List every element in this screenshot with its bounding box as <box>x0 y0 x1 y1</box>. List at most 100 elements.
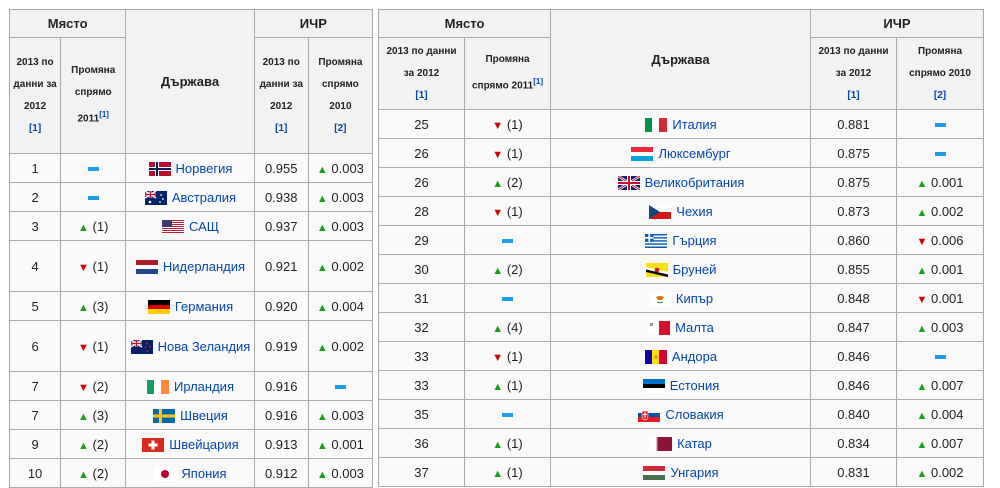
decrease-arrow-icon: ▼ <box>78 341 89 354</box>
ref-link[interactable]: [1] <box>275 123 287 134</box>
change-value: (1) <box>506 435 523 451</box>
hdi-value-cell: 0.846 <box>810 370 897 400</box>
place-header: Място <box>8 9 127 38</box>
qatar-flag-icon <box>649 436 673 452</box>
hungary-flag-icon <box>642 465 666 481</box>
change-value: 0.002 <box>331 338 364 354</box>
hdi-value-cell: 0.846 <box>810 341 897 371</box>
rank-cell: 5 <box>8 291 62 321</box>
change-value: 0.007 <box>930 377 964 393</box>
country-link[interactable]: Андора <box>672 349 717 364</box>
hdi-value-cell: 0.881 <box>810 109 897 139</box>
country-link[interactable]: Малта <box>675 320 714 335</box>
country-link[interactable]: Словакия <box>665 407 723 422</box>
country-cell: Нова Зеландия <box>125 320 255 372</box>
country-link[interactable]: Норвегия <box>176 161 233 176</box>
table-row: 4 ▼ (1) Нидерландия 0.921 ▲ 0.002 <box>8 240 374 292</box>
country-cell: Великобритания <box>550 167 811 197</box>
country-link[interactable]: Чехия <box>676 204 712 219</box>
hdi-value-cell: 0.840 <box>810 399 897 429</box>
rank-change-cell: ▼ (1) <box>464 109 551 139</box>
hdi-value-cell: 0.938 <box>253 182 309 212</box>
rank-change-cell: ▼ (2) <box>60 371 127 401</box>
brunei-flag-icon <box>645 262 669 278</box>
ref-link[interactable]: [2] <box>934 90 946 101</box>
country-link[interactable]: Нова Зеландия <box>158 339 251 354</box>
rank-cell: 37 <box>378 457 465 487</box>
ref-link[interactable]: [1] <box>847 90 859 101</box>
table-row: 32 ▲ (4) Малта 0.847 ▲ 0.003 <box>378 312 984 342</box>
increase-arrow-icon: ▲ <box>492 438 504 451</box>
hdi-value-cell: 0.916 <box>253 371 309 401</box>
change-value: 0.006 <box>930 232 964 248</box>
country-link[interactable]: Нидерландия <box>163 259 245 274</box>
country-link[interactable]: Унгария <box>670 465 718 480</box>
change-value: (3) <box>92 407 109 423</box>
country-cell: Япония <box>125 458 255 488</box>
change-value: (2) <box>92 465 109 481</box>
country-cell: Малта <box>550 312 811 342</box>
increase-arrow-icon: ▲ <box>78 410 89 423</box>
decrease-arrow-icon: ▼ <box>492 119 504 132</box>
rank-cell: 33 <box>378 341 465 371</box>
rank-cell: 26 <box>378 138 465 168</box>
change-value: 0.003 <box>930 319 964 335</box>
increase-arrow-icon: ▲ <box>316 341 328 354</box>
hdi-change-cell: ▲ 0.003 <box>307 153 374 183</box>
ref-link[interactable]: [2] <box>334 123 346 134</box>
country-link[interactable]: Германия <box>175 299 233 314</box>
change-value: 0.003 <box>331 189 364 205</box>
no-change-icon <box>87 196 99 201</box>
table-row: 3 ▲ (1) САЩ 0.937 ▲ 0.003 <box>8 211 374 241</box>
hdi-value-cell: 0.855 <box>810 254 897 284</box>
rank-change-cell: ▲ (3) <box>60 291 127 321</box>
country-header: Държава <box>125 9 255 154</box>
rank-cell: 35 <box>378 399 465 429</box>
table-row: 26 ▲ (2) Великобритания 0.875 ▲ 0.001 <box>378 167 984 197</box>
country-link[interactable]: Великобритания <box>645 175 745 190</box>
country-link[interactable]: Гърция <box>672 233 716 248</box>
increase-arrow-icon: ▲ <box>492 177 504 190</box>
rank-cell: 26 <box>378 167 465 197</box>
country-cell: Бруней <box>550 254 811 284</box>
decrease-arrow-icon: ▼ <box>78 381 89 394</box>
ref-link[interactable]: [1] <box>29 123 41 134</box>
rank-change-cell: ▲ (2) <box>60 458 127 488</box>
country-link[interactable]: Австралия <box>172 190 236 205</box>
change-value: 0.002 <box>930 203 964 219</box>
no-change-icon <box>502 413 513 418</box>
increase-arrow-icon: ▲ <box>492 264 504 277</box>
luxembourg-flag-icon <box>630 146 654 162</box>
country-link[interactable]: Бруней <box>673 262 717 277</box>
increase-arrow-icon: ▲ <box>916 206 928 219</box>
country-link[interactable]: Естония <box>670 378 720 393</box>
country-link[interactable]: Кипър <box>676 291 713 306</box>
country-link[interactable]: Швеция <box>180 408 228 423</box>
hdi-value-cell: 0.955 <box>253 153 309 183</box>
hdi-change-cell: ▲ 0.001 <box>896 167 984 197</box>
country-link[interactable]: Катар <box>677 436 712 451</box>
increase-arrow-icon: ▲ <box>78 221 89 234</box>
country-link[interactable]: Япония <box>181 466 226 481</box>
decrease-arrow-icon: ▼ <box>78 261 89 274</box>
sweden-flag-icon <box>152 408 176 424</box>
country-cell: Италия <box>550 109 811 139</box>
ref-link[interactable]: [1] <box>533 77 543 86</box>
rank-cell: 4 <box>8 240 62 292</box>
hdi-change-cell: ▲ 0.007 <box>896 428 984 458</box>
country-cell: Андора <box>550 341 811 371</box>
rank-cell: 36 <box>378 428 465 458</box>
country-link[interactable]: САЩ <box>189 219 219 234</box>
hdi-value-cell: 0.919 <box>253 320 309 372</box>
increase-arrow-icon: ▲ <box>316 221 328 234</box>
italy-flag-icon <box>644 117 668 133</box>
ref-link[interactable]: [1] <box>415 90 427 101</box>
country-link[interactable]: Италия <box>672 117 716 132</box>
hdi-change-cell: ▲ 0.004 <box>307 291 374 321</box>
increase-arrow-icon: ▲ <box>492 380 504 393</box>
country-link[interactable]: Ирландия <box>174 379 234 394</box>
country-link[interactable]: Швейцария <box>169 437 238 452</box>
country-link[interactable]: Люксембург <box>658 146 730 161</box>
rank-change-cell: ▼ (1) <box>60 240 127 292</box>
ref-link[interactable]: [1] <box>99 110 109 119</box>
